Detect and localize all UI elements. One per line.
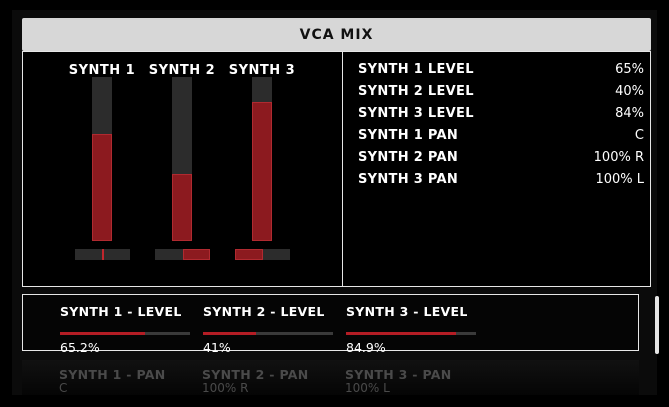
param-name: SYNTH 2 LEVEL (358, 83, 474, 99)
param-name: SYNTH 1 LEVEL (358, 61, 474, 77)
param-value: 100% R (593, 149, 644, 165)
page-param-title: SYNTH 1 - LEVEL (60, 304, 182, 319)
pan-indicator (182, 249, 210, 260)
page-param-synth-2-pan[interactable]: SYNTH 2 - PAN 100% R (202, 367, 337, 394)
panel-divider (342, 51, 343, 287)
channel-label-synth-2: SYNTH 2 (148, 63, 216, 78)
pan-slider-synth-2[interactable] (155, 249, 210, 260)
level-bar-fill (60, 332, 145, 335)
level-bar-synth-1 (60, 332, 190, 335)
page-scrollbar[interactable] (655, 296, 659, 354)
param-value: 40% (615, 83, 644, 99)
page-levels[interactable]: SYNTH 1 - LEVEL 65.2% SYNTH 2 - LEVEL 41… (22, 294, 639, 355)
param-row-synth-1-level[interactable]: SYNTH 1 LEVEL 65% (358, 58, 644, 80)
page-param-value: 100% L (345, 381, 390, 395)
param-value: 65% (615, 61, 644, 77)
page-param-value: 100% R (202, 381, 249, 395)
pan-center-marker (101, 249, 104, 260)
level-bar-fill (203, 332, 257, 335)
level-bar-synth-3 (346, 332, 476, 335)
channel-label-synth-1: SYNTH 1 (68, 63, 136, 78)
fader-fill-synth-1 (92, 134, 112, 241)
param-row-synth-2-level[interactable]: SYNTH 2 LEVEL 40% (358, 80, 644, 102)
page-param-title: SYNTH 2 - LEVEL (203, 304, 325, 319)
param-name: SYNTH 3 PAN (358, 171, 459, 187)
param-row-synth-3-level[interactable]: SYNTH 3 LEVEL 84% (358, 102, 644, 124)
page-param-value: 41% (203, 340, 231, 355)
pan-indicator (235, 249, 263, 260)
fader-synth-2[interactable] (172, 77, 192, 241)
header-bar: VCA MIX (22, 18, 651, 51)
page-param-value: 65.2% (60, 340, 100, 355)
page-param-title: SYNTH 1 - PAN (59, 367, 166, 382)
fader-synth-1[interactable] (92, 77, 112, 241)
param-name: SYNTH 3 LEVEL (358, 105, 474, 121)
page-param-title: SYNTH 3 - PAN (345, 367, 452, 382)
page-param-synth-3-pan[interactable]: SYNTH 3 - PAN 100% L (345, 367, 480, 394)
param-value: C (634, 127, 644, 143)
page-param-title: SYNTH 3 - LEVEL (346, 304, 468, 319)
fader-synth-3[interactable] (252, 77, 272, 241)
vca-mix-screen: VCA MIX SYNTH 1 SYNTH 2 SYNTH 3 SYNTH 1 … (12, 10, 659, 395)
param-name: SYNTH 2 PAN (358, 149, 459, 165)
param-value: 100% L (595, 171, 644, 187)
page-param-title: SYNTH 2 - PAN (202, 367, 309, 382)
page-param-synth-1-pan[interactable]: SYNTH 1 - PAN C (59, 367, 194, 394)
page-param-synth-3-level[interactable]: SYNTH 3 - LEVEL 84.9% (346, 304, 481, 355)
page-title: VCA MIX (299, 26, 374, 43)
pan-slider-synth-3[interactable] (235, 249, 290, 260)
channel-label-synth-3: SYNTH 3 (228, 63, 296, 78)
fader-fill-synth-2 (172, 173, 192, 241)
level-bar-fill (346, 332, 457, 335)
param-name: SYNTH 1 PAN (358, 127, 459, 143)
page-param-value: 84.9% (346, 340, 386, 355)
page-param-synth-1-level[interactable]: SYNTH 1 - LEVEL 65.2% (60, 304, 195, 355)
page-pans[interactable]: SYNTH 1 - PAN C SYNTH 2 - PAN 100% R SYN… (22, 360, 639, 395)
level-bar-synth-2 (203, 332, 333, 335)
page-param-value: C (59, 381, 68, 395)
param-row-synth-1-pan[interactable]: SYNTH 1 PAN C (358, 124, 644, 146)
fader-fill-synth-3 (252, 101, 272, 241)
param-value: 84% (615, 105, 644, 121)
param-row-synth-2-pan[interactable]: SYNTH 2 PAN 100% R (358, 146, 644, 168)
pan-slider-synth-1[interactable] (75, 249, 130, 260)
page-param-synth-2-level[interactable]: SYNTH 2 - LEVEL 41% (203, 304, 338, 355)
param-row-synth-3-pan[interactable]: SYNTH 3 PAN 100% L (358, 168, 644, 190)
